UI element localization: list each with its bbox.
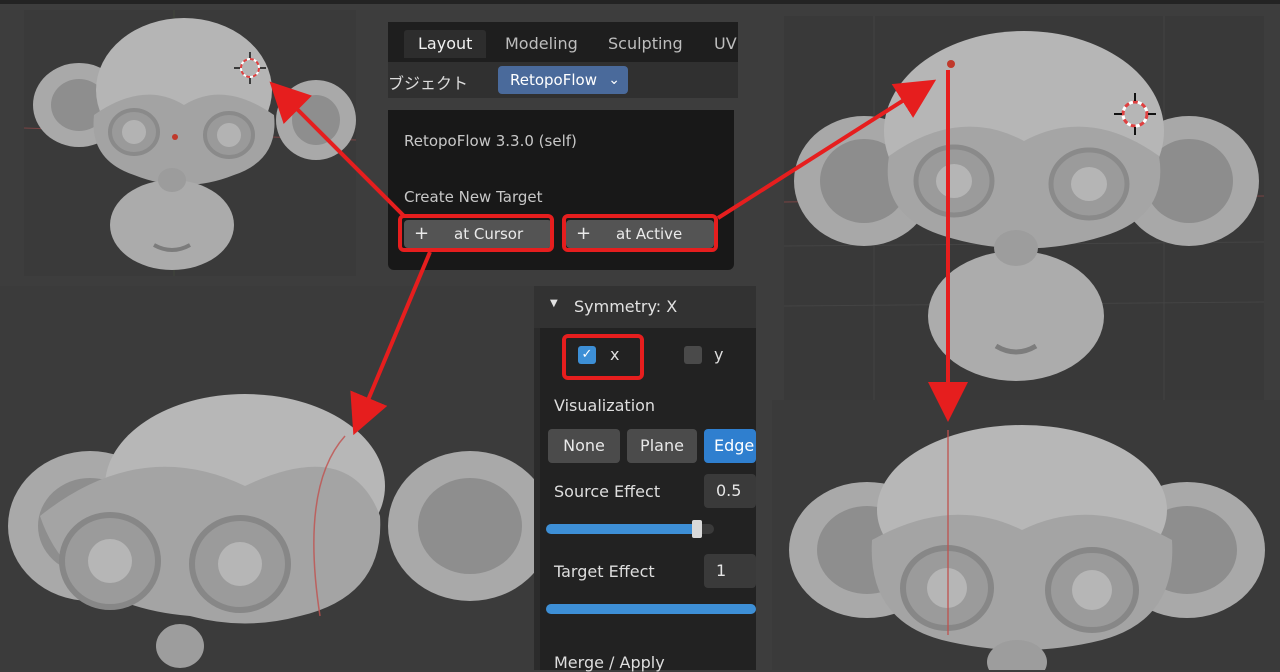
annotation-arrows: [269, 70, 968, 436]
arrow-active-to-origin: [716, 79, 937, 220]
arrow-cursor-to-3d-cursor: [269, 81, 406, 218]
arrow-cursor-to-plane: [350, 251, 432, 436]
